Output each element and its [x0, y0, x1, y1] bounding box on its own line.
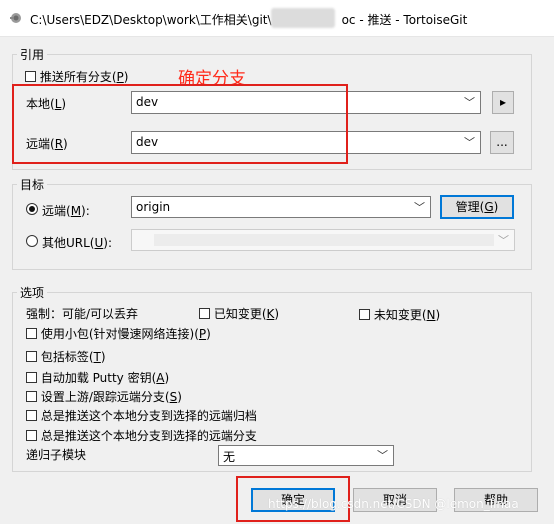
always-push-branch-label: 总是推送这个本地分支到选择的远端分支: [40, 429, 257, 443]
recurse-submodules-value: 无: [223, 450, 236, 464]
push-all-branches-checkbox[interactable]: 推送所有分支(P): [25, 68, 128, 85]
always-push-branch-checkbox[interactable]: 总是推送这个本地分支到选择的远端分支: [26, 427, 257, 444]
always-push-archive-label: 总是推送这个本地分支到选择的远端归档: [40, 409, 257, 423]
unknown-changes-box[interactable]: [359, 309, 370, 320]
thin-pack-box[interactable]: [26, 328, 37, 339]
ellipsis-icon: ...: [496, 135, 508, 149]
show-log-arrow-button[interactable]: ▸: [492, 91, 514, 114]
chevron-down-icon: ﹀: [498, 234, 509, 247]
autoload-putty-label: 自动加载 Putty 密钥(A): [40, 371, 170, 385]
include-tags-checkbox[interactable]: 包括标签(T): [26, 348, 106, 365]
manage-remotes-button[interactable]: 管理(G): [440, 195, 514, 219]
play-icon: ▸: [499, 95, 507, 109]
tortoisegit-icon: [10, 13, 21, 23]
always-push-archive-box[interactable]: [26, 410, 37, 421]
always-push-branch-box[interactable]: [26, 430, 37, 441]
target-group-legend: 目标: [17, 176, 48, 193]
chevron-down-icon: ﹀: [464, 136, 475, 149]
window-title-path: C:\Users\EDZ\Desktop\work\工作相关\git\: [30, 13, 272, 27]
chevron-down-icon: ﹀: [414, 201, 425, 214]
other-url-blurred-value: [154, 234, 494, 246]
push-all-branches-label: 推送所有分支(P): [39, 70, 129, 84]
set-upstream-checkbox[interactable]: 设置上游/跟踪远端分支(S): [26, 388, 182, 405]
window-title-name: oc - 推送 - TortoiseGit: [341, 13, 468, 27]
remote-name-value: origin: [136, 200, 171, 214]
watermark: https://blog.csdn.net/CSDN @lemon_linaa: [268, 497, 519, 511]
include-tags-label: 包括标签(T): [40, 350, 106, 364]
redacted-path-segment: [271, 8, 335, 28]
annotation-highlight-box: [12, 84, 348, 164]
unknown-changes-checkbox[interactable]: 未知变更(N): [359, 306, 440, 323]
recurse-submodules-combo[interactable]: 无 ﹀: [218, 445, 394, 466]
known-changes-box[interactable]: [199, 308, 210, 319]
other-url-label: 其他URL(U):: [42, 236, 113, 250]
set-upstream-label: 设置上游/跟踪远端分支(S): [40, 390, 182, 404]
other-url-combo[interactable]: ﹀: [131, 229, 515, 251]
remote-name-combo[interactable]: origin ﹀: [131, 196, 431, 218]
options-group-legend: 选项: [17, 284, 48, 301]
set-upstream-box[interactable]: [26, 391, 37, 402]
thin-pack-label: 使用小包(针对慢速网络连接)(P): [40, 327, 211, 341]
autoload-putty-box[interactable]: [26, 372, 37, 383]
chevron-down-icon: ﹀: [377, 449, 388, 462]
window-title: C:\Users\EDZ\Desktop\work\工作相关\git\ oc - …: [30, 11, 467, 28]
chevron-down-icon: ﹀: [464, 96, 475, 109]
remote-radio-label: 远端(M):: [42, 204, 90, 218]
unknown-changes-label: 未知变更(N): [373, 308, 441, 322]
known-changes-checkbox[interactable]: 已知变更(K): [199, 305, 279, 322]
browse-remote-branch-button[interactable]: ...: [490, 131, 514, 154]
autoload-putty-checkbox[interactable]: 自动加载 Putty 密钥(A): [26, 369, 169, 386]
thin-pack-checkbox[interactable]: 使用小包(针对慢速网络连接)(P): [26, 325, 211, 342]
always-push-archive-checkbox[interactable]: 总是推送这个本地分支到选择的远端归档: [26, 407, 257, 424]
remote-radio[interactable]: [26, 203, 38, 215]
recurse-submodules-label: 递归子模块: [26, 448, 87, 462]
known-changes-label: 已知变更(K): [213, 307, 280, 321]
force-label: 强制：可能/可以丢弃: [26, 307, 139, 321]
ref-group-legend: 引用: [17, 46, 48, 63]
include-tags-box[interactable]: [26, 351, 37, 362]
other-url-radio[interactable]: [26, 235, 38, 247]
push-all-branches-box[interactable]: [25, 71, 36, 82]
